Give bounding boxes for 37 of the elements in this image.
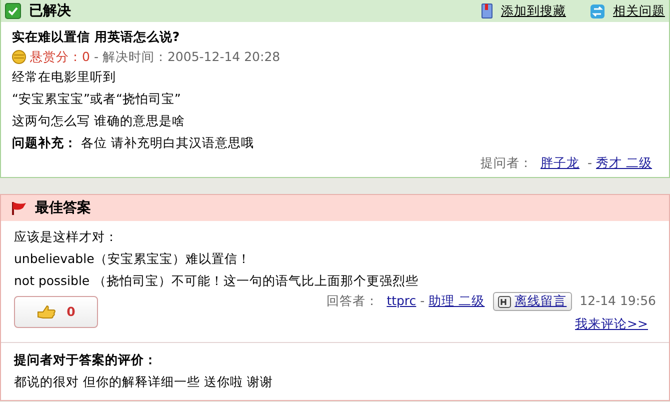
answerer-label: 回答者： <box>326 292 379 310</box>
answer-text: not possible （挠怕司宝）不可能！这一句的语气比上面那个更强烈些 <box>14 272 420 290</box>
message-button[interactable]: 离线留言 <box>492 292 572 311</box>
answerer-link[interactable]: ttprc <box>386 292 416 311</box>
supplement-text: 各位 请补充明白其汉语意思哦 <box>81 134 254 152</box>
separator-text: - <box>588 154 592 172</box>
solved-time: 解决时间：2005-12-14 20:28 <box>102 48 280 66</box>
chat-icon <box>498 296 511 308</box>
separator-text: - <box>420 292 425 310</box>
evaluation-text: 都说的很对 但你的解释详细一些 送你啦 谢谢 <box>14 372 274 391</box>
rank-link[interactable]: 助理 二级 <box>428 292 485 311</box>
thumbs-up-icon <box>36 304 57 320</box>
check-icon <box>5 3 21 19</box>
separator-text: - <box>94 48 98 66</box>
action-link[interactable]: 添加到搜藏 <box>501 2 566 20</box>
vote-button[interactable]: 0 <box>14 296 98 328</box>
evaluation-label: 提问者对于答案的评价： <box>14 350 158 369</box>
book-icon <box>481 3 493 19</box>
question-text: 经常在电影里听到 <box>12 68 117 86</box>
answer-time: 12-14 19:56 <box>580 292 656 310</box>
supplement-label: 问题补充： <box>12 134 77 152</box>
coins-icon <box>12 50 26 64</box>
comment-link[interactable]: 我来评论>> <box>575 315 648 334</box>
asker-link[interactable]: 胖子龙 <box>540 154 580 173</box>
asker-label: 提问者： <box>480 154 532 172</box>
answer-text: 应该是这样才对： <box>14 228 119 246</box>
section-title: 最佳答案 <box>35 198 91 218</box>
question-text: 这两句怎么写 谁确的意思是啥 <box>12 112 186 130</box>
status-title: 已解决 <box>29 2 71 20</box>
action-link[interactable]: 相关问题 <box>613 2 665 20</box>
rank-link[interactable]: 秀才 二级 <box>596 154 652 173</box>
question-text: “安宝累宝宝”或者“挠怕司宝” <box>12 90 182 108</box>
swap-icon <box>590 4 605 18</box>
flag-icon <box>11 200 27 216</box>
answer-text: unbelievable（安宝累宝宝）难以置信！ <box>14 250 252 268</box>
reward-text: 悬赏分：0 <box>30 48 90 66</box>
question-title: 实在难以置信 用英语怎么说? <box>12 28 181 46</box>
